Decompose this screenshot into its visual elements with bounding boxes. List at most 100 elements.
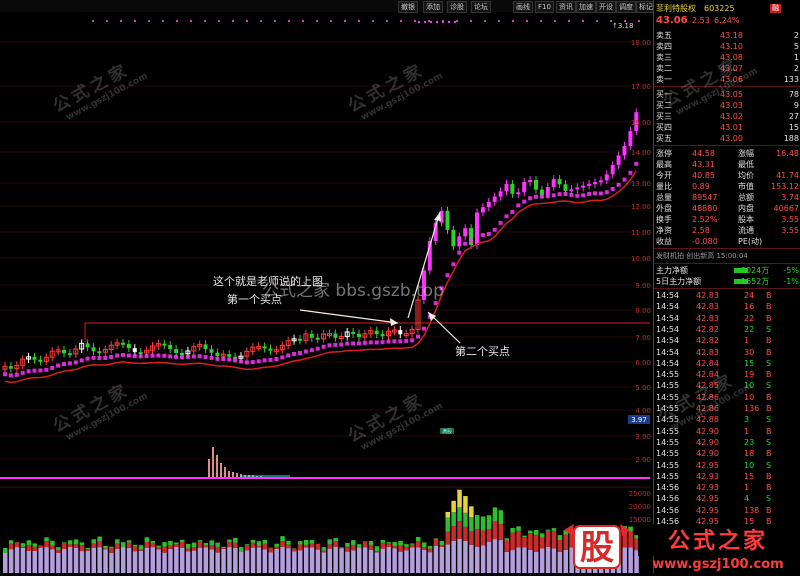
quote-label: 换手 bbox=[656, 214, 672, 225]
volume-bar bbox=[440, 541, 445, 545]
volume-bar bbox=[522, 537, 527, 547]
volume-bar bbox=[333, 538, 338, 541]
candle-body bbox=[446, 211, 450, 230]
volume-bar bbox=[86, 548, 91, 549]
tick-side: B bbox=[766, 335, 772, 346]
tick-price: 42.90 bbox=[696, 448, 719, 459]
volume-bar bbox=[115, 544, 120, 549]
volume-bar bbox=[392, 548, 397, 573]
volume-bar bbox=[263, 550, 268, 573]
band-mark bbox=[210, 356, 214, 360]
tick-volume: 22 bbox=[744, 324, 754, 335]
candle-body bbox=[516, 192, 520, 194]
candle-body bbox=[605, 174, 609, 180]
tick-time: 14:55 bbox=[656, 448, 679, 459]
band-mark bbox=[103, 356, 107, 360]
volume-bar bbox=[493, 539, 498, 573]
volume-bar bbox=[145, 548, 150, 573]
volume-bar bbox=[233, 548, 238, 573]
band-mark bbox=[257, 359, 261, 363]
band-mark bbox=[192, 355, 196, 359]
volume-bar bbox=[381, 549, 386, 573]
bid-row: 买五43.00188 bbox=[654, 133, 800, 144]
bid-label: 买四 bbox=[656, 122, 672, 133]
candle-body bbox=[316, 338, 320, 340]
candle-body bbox=[375, 331, 379, 335]
ticks-divider bbox=[654, 288, 800, 289]
volume-bar bbox=[204, 547, 209, 573]
volume-bar bbox=[151, 547, 156, 573]
volume-bar bbox=[522, 536, 527, 537]
volume-bar bbox=[174, 544, 179, 547]
marker-dot bbox=[540, 20, 542, 22]
indicator-bar bbox=[224, 467, 226, 477]
volume-bar bbox=[434, 546, 439, 573]
quote-value: 44.58 bbox=[692, 148, 715, 159]
band-mark bbox=[121, 353, 125, 357]
dde-label: 5日主力净额 bbox=[656, 276, 701, 287]
volume-bar bbox=[80, 542, 85, 545]
bid-volume: 9 bbox=[794, 100, 799, 111]
tick-volume: 18 bbox=[744, 448, 754, 459]
band-mark bbox=[292, 352, 296, 356]
volume-bar bbox=[457, 507, 462, 521]
ask-volume: 1 bbox=[794, 52, 799, 63]
tick-time: 14:56 bbox=[656, 493, 679, 504]
volume-bar bbox=[310, 544, 315, 548]
volume-bar bbox=[133, 546, 138, 551]
volume-bar bbox=[451, 512, 456, 526]
tick-time: 14:54 bbox=[656, 290, 679, 301]
indicator-bar bbox=[228, 471, 230, 477]
band-mark bbox=[44, 368, 48, 372]
marker-dot bbox=[498, 20, 500, 22]
volume-bar bbox=[451, 526, 456, 541]
band-mark bbox=[339, 343, 343, 347]
band-mark bbox=[628, 171, 632, 175]
volume-bar bbox=[416, 537, 421, 541]
tick-price: 42.83 bbox=[696, 301, 719, 312]
volume-bar bbox=[398, 546, 403, 552]
volume-bar bbox=[50, 549, 55, 573]
volume-bar bbox=[192, 543, 197, 547]
volume-bar bbox=[316, 544, 321, 550]
volume-bar bbox=[109, 553, 114, 573]
volume-bar bbox=[251, 543, 256, 548]
volume-bar bbox=[516, 531, 521, 548]
band-mark bbox=[581, 193, 585, 197]
candle-body bbox=[215, 353, 219, 357]
band-mark bbox=[56, 364, 60, 368]
ask-row: 卖四43.105 bbox=[654, 41, 800, 52]
band-mark bbox=[398, 339, 402, 343]
quote-value: 153.12 bbox=[771, 181, 799, 192]
dde-row: 主力净额-2024万-5% bbox=[654, 265, 800, 276]
volume-bar bbox=[440, 547, 445, 573]
band-mark bbox=[404, 339, 408, 343]
indicator-bar bbox=[220, 463, 222, 477]
volume-bar bbox=[363, 547, 368, 573]
volume-bar bbox=[180, 542, 185, 548]
dde-divider bbox=[654, 263, 800, 264]
marker-dot bbox=[232, 20, 234, 22]
volume-bar bbox=[221, 547, 226, 548]
price-axis-label: 7.00 bbox=[635, 334, 651, 342]
volume-bar bbox=[257, 541, 262, 546]
marker-dot bbox=[288, 20, 290, 22]
price-axis-label: 11.00 bbox=[631, 229, 651, 237]
candle-body bbox=[121, 343, 125, 345]
candle-body bbox=[180, 353, 184, 355]
volume-bar bbox=[180, 540, 185, 542]
high-price-label: ↑3.18 bbox=[612, 22, 633, 30]
marker-dot bbox=[568, 20, 570, 22]
band-mark bbox=[109, 355, 113, 359]
bid-volume: 78 bbox=[789, 89, 799, 100]
volume-bar bbox=[499, 540, 504, 573]
volume-bar bbox=[74, 548, 79, 573]
quote-label: 今开 bbox=[656, 170, 672, 181]
tick-volume: 1 bbox=[744, 426, 749, 437]
tick-time: 14:55 bbox=[656, 471, 679, 482]
quote-value: 41.74 bbox=[776, 170, 799, 181]
volume-bar bbox=[363, 541, 368, 542]
band-mark bbox=[333, 343, 337, 347]
volume-bar bbox=[68, 547, 73, 573]
marker-dot bbox=[400, 20, 402, 22]
